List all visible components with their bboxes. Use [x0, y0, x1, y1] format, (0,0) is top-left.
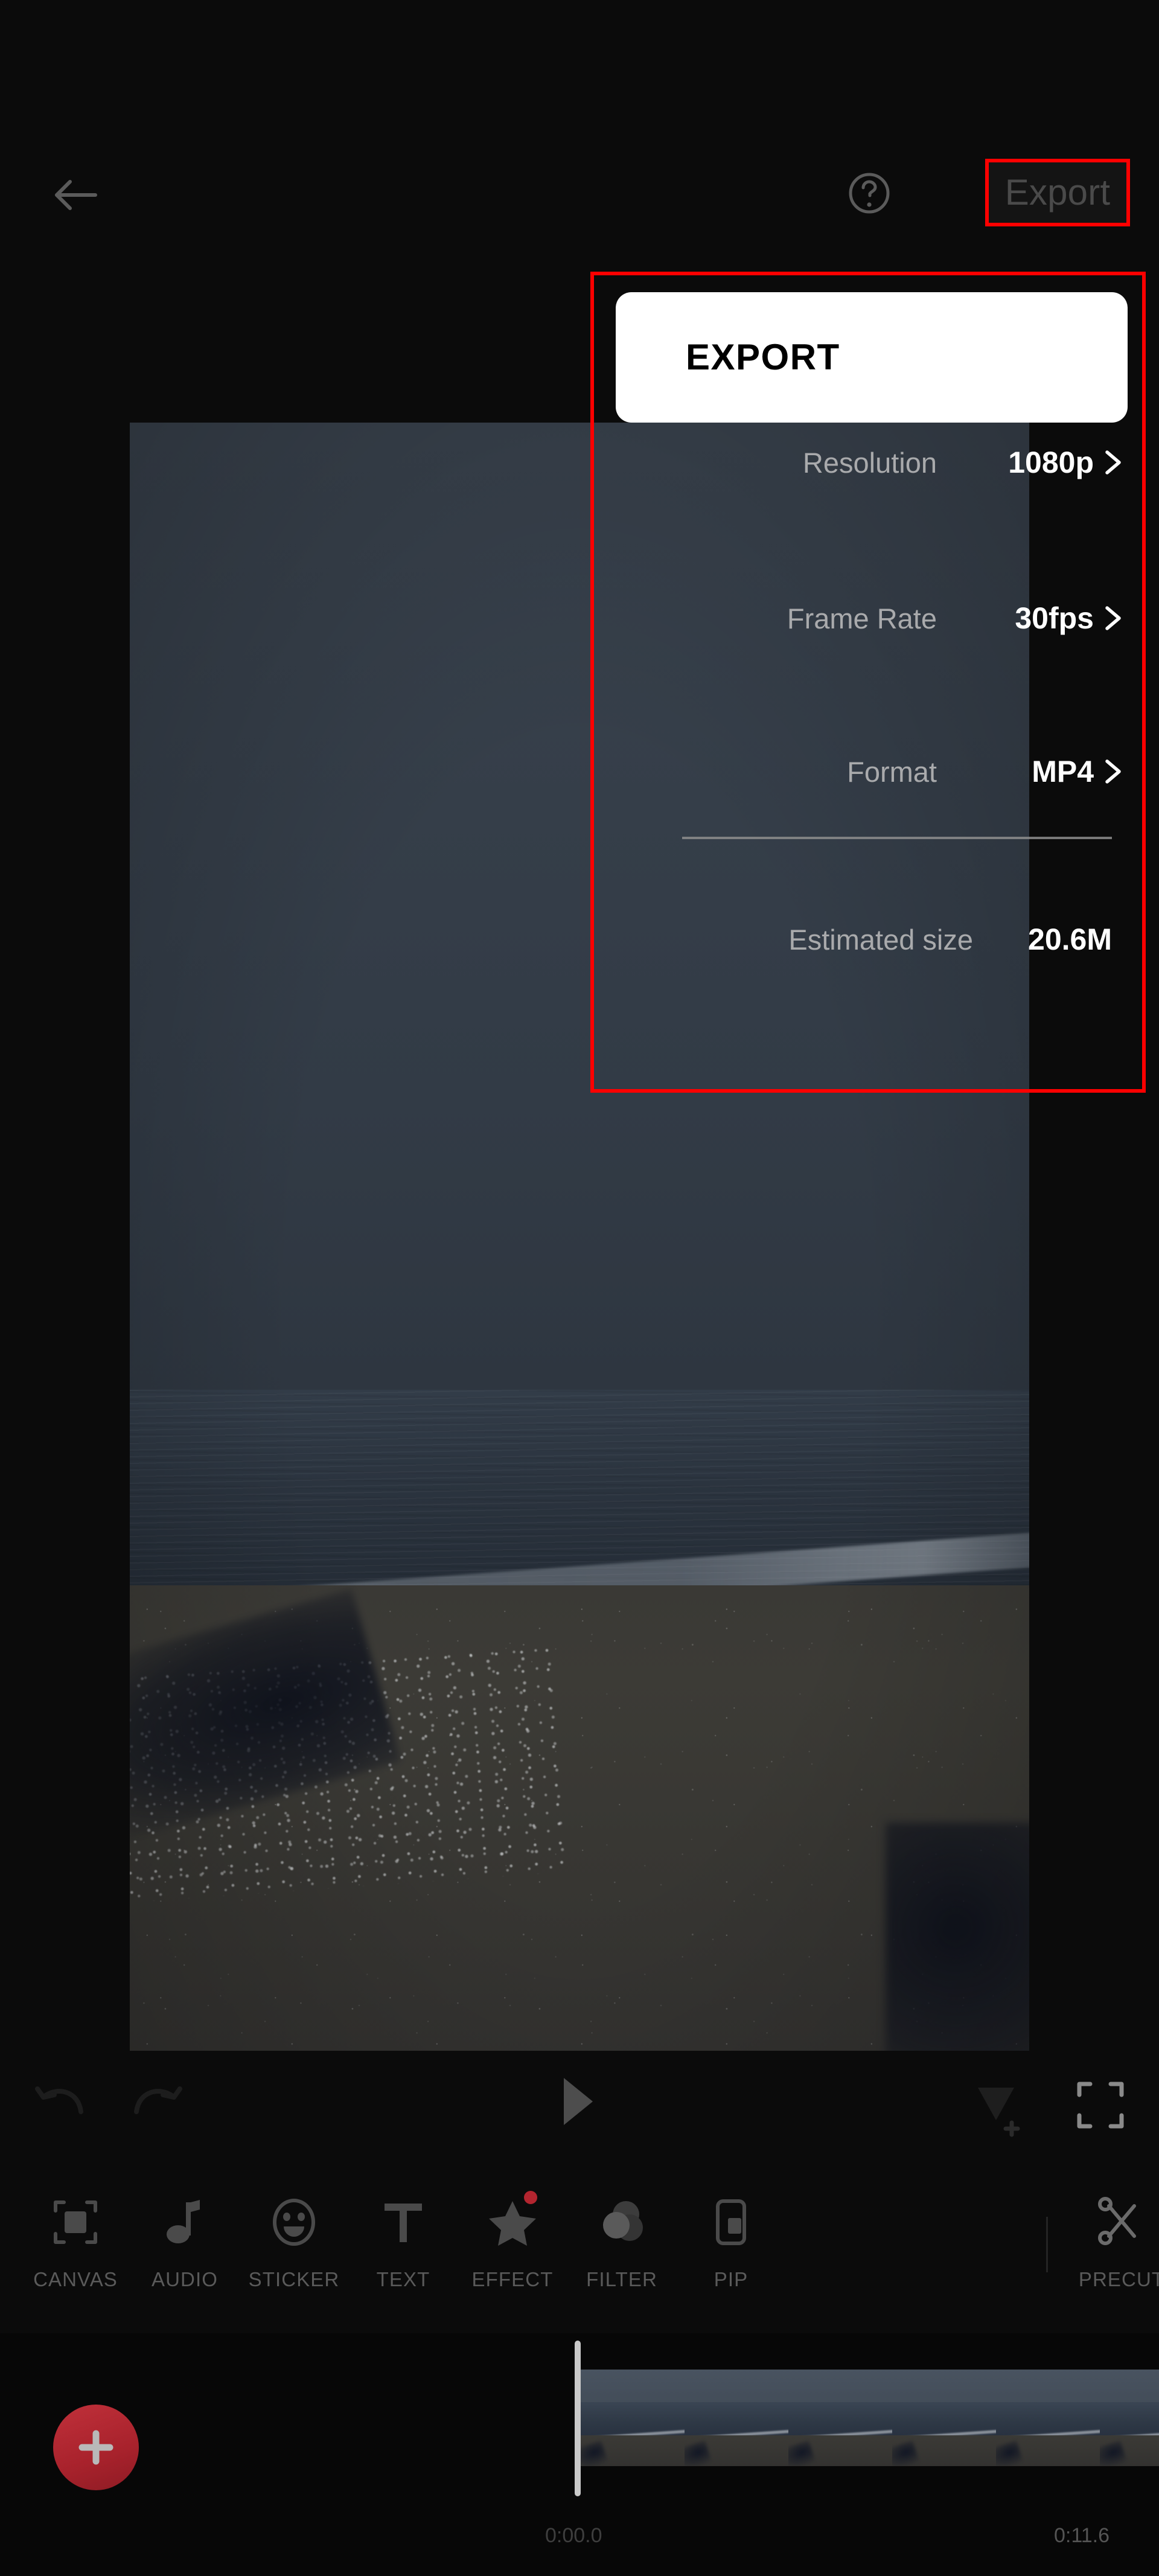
frame-rate-label: Frame Rate	[787, 602, 937, 634]
tool-filter[interactable]: FILTER	[567, 2170, 676, 2321]
clip-thumbnail	[1100, 2370, 1159, 2466]
text-t-icon	[377, 2186, 429, 2258]
smiley-face-icon	[268, 2186, 320, 2258]
tool-canvas-label: CANVAS	[33, 2268, 118, 2290]
chevron-right-icon	[1105, 606, 1121, 630]
help-button[interactable]	[836, 160, 902, 226]
play-button[interactable]	[560, 2076, 602, 2133]
estimated-size-label: Estimated size	[788, 923, 973, 956]
tool-sticker[interactable]: STICKER	[240, 2170, 348, 2321]
video-track[interactable]	[578, 2345, 1159, 2490]
fullscreen-button[interactable]	[1074, 2079, 1130, 2135]
play-triangle-icon	[564, 2078, 593, 2125]
export-settings-rows: Resolution 1080p Frame Rate 30fps Format…	[594, 426, 1142, 1089]
chevron-right-icon	[1105, 450, 1121, 475]
add-keyframe-icon	[978, 2088, 1020, 2137]
clip-thumbnail	[685, 2370, 788, 2466]
timeline: 0:00.0 0:11.6	[0, 2333, 1159, 2576]
tool-text[interactable]: TEXT	[349, 2170, 458, 2321]
filter-circles-icon	[596, 2186, 648, 2258]
tool-pip-label: PIP	[714, 2268, 749, 2290]
tool-precut-label: PRECUT	[1078, 2268, 1159, 2290]
setting-row-frame-rate[interactable]: Frame Rate 30fps	[594, 582, 1142, 654]
timeline-end-time: 0:11.6	[1053, 2524, 1110, 2547]
export-panel-title: EXPORT	[686, 337, 840, 377]
clip-thumbnail	[892, 2370, 996, 2466]
export-settings-panel: EXPORT Resolution 1080p Frame Rate 30fps…	[594, 275, 1142, 1089]
format-value: MP4	[1032, 755, 1094, 788]
star-icon	[487, 2186, 538, 2258]
tool-text-label: TEXT	[376, 2268, 430, 2290]
tool-effect-label: EFFECT	[471, 2268, 554, 2290]
chevron-right-icon	[1105, 759, 1121, 784]
effect-badge-dot	[524, 2191, 537, 2204]
settings-divider	[682, 837, 1112, 839]
picture-in-picture-icon	[705, 2186, 757, 2258]
export-button[interactable]: Export	[985, 159, 1130, 226]
resolution-value: 1080p	[1008, 446, 1094, 479]
canvas-frame-icon	[49, 2186, 101, 2258]
estimated-size-value: 20.6M	[1028, 922, 1112, 956]
undo-button[interactable]	[31, 2078, 92, 2132]
video-editor-app: Export EXPORT Resolution 1080p Frame Rat…	[0, 0, 1159, 2576]
fullscreen-icon	[1077, 2082, 1124, 2129]
clip-thumbnail	[581, 2370, 685, 2466]
resolution-label: Resolution	[802, 446, 937, 479]
top-bar: Export	[0, 0, 1159, 266]
clip-thumbnail	[788, 2370, 892, 2466]
setting-row-resolution[interactable]: Resolution 1080p	[594, 426, 1142, 499]
video-clip[interactable]	[581, 2370, 1159, 2466]
back-button[interactable]	[42, 162, 109, 228]
export-button-label: Export	[1004, 172, 1111, 213]
format-label: Format	[847, 755, 937, 788]
tool-effect[interactable]: EFFECT	[458, 2170, 567, 2321]
export-title-card: EXPORT	[616, 292, 1128, 423]
add-clip-button[interactable]	[53, 2405, 139, 2490]
add-keyframe-button[interactable]	[967, 2077, 1027, 2137]
timeline-start-time: 0:00.0	[545, 2524, 602, 2547]
tool-sticker-label: STICKER	[248, 2268, 340, 2290]
tool-precut[interactable]: PRECUT	[1067, 2170, 1159, 2321]
tool-strip: CANVAS AUDIO STICKER TEXT EFFECT FILTER …	[0, 2170, 1159, 2321]
undo-arrow-icon	[35, 2086, 83, 2114]
scissors-icon	[1096, 2186, 1148, 2258]
help-circle-icon	[849, 173, 890, 214]
redo-arrow-icon	[134, 2086, 182, 2114]
tool-pip[interactable]: PIP	[677, 2170, 785, 2321]
frame-rate-value: 30fps	[1015, 601, 1094, 635]
setting-row-estimated-size: Estimated size 20.6M	[594, 903, 1142, 976]
tool-audio[interactable]: AUDIO	[130, 2170, 239, 2321]
redo-button[interactable]	[126, 2078, 186, 2132]
tool-audio-label: AUDIO	[151, 2268, 218, 2290]
music-note-icon	[159, 2186, 211, 2258]
clip-thumbnail	[996, 2370, 1100, 2466]
plus-icon	[78, 2430, 113, 2465]
playback-controls	[0, 2053, 1159, 2155]
playhead[interactable]	[575, 2341, 581, 2496]
setting-row-format[interactable]: Format MP4	[594, 735, 1142, 808]
back-arrow-icon	[55, 180, 97, 210]
toolbar-divider	[1046, 2217, 1048, 2272]
tool-filter-label: FILTER	[586, 2268, 657, 2290]
tool-canvas[interactable]: CANVAS	[21, 2170, 130, 2321]
